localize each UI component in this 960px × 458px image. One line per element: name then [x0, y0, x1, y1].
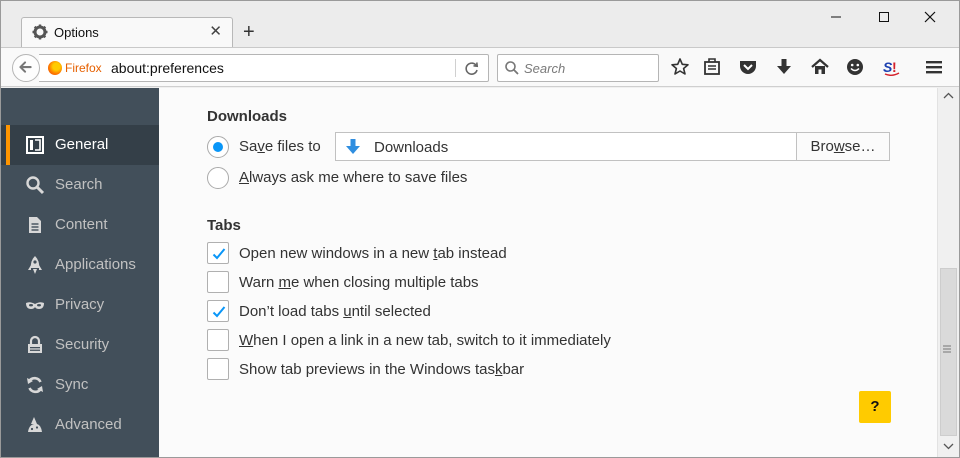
download-icon[interactable] [773, 56, 795, 78]
sidebar-item-label: Applications [55, 256, 136, 273]
content-icon [29, 217, 41, 233]
browse-button[interactable]: Browse… [796, 132, 890, 161]
search-placeholder: Search [524, 61, 566, 76]
search-bar[interactable]: Search [497, 54, 659, 82]
dont-load-tabs-checkbox[interactable] [207, 300, 229, 322]
tab-option-label: Open new windows in a new tab instead [239, 245, 507, 262]
sidebar-item-label: Content [55, 216, 108, 233]
switch-to-new-tab-checkbox[interactable] [207, 329, 229, 351]
reload-icon[interactable] [463, 60, 481, 78]
sidebar-item-search[interactable]: Search [1, 165, 159, 205]
title-bar: Options ✕ + [1, 1, 959, 47]
checkmark-icon [212, 306, 226, 318]
general-icon [26, 136, 44, 154]
reading-list-icon[interactable] [701, 56, 723, 78]
firefox-window: Options ✕ + Firefox about:preferences Se… [0, 0, 960, 458]
extension-icon[interactable]: S ! [881, 56, 903, 78]
downloads-heading: Downloads [207, 108, 288, 125]
url-bar[interactable]: Firefox about:preferences [39, 54, 489, 82]
sidebar-item-label: Security [55, 336, 110, 353]
bookmark-star-icon[interactable] [669, 56, 691, 78]
tab-title: Options [54, 25, 99, 40]
tab-options[interactable]: Options ✕ [21, 17, 233, 47]
sidebar-item-applications[interactable]: Applications [1, 245, 159, 285]
new-tab-button[interactable]: + [243, 21, 255, 43]
preferences-content: Downloads Save files to Downloads Browse… [159, 88, 937, 457]
url-text[interactable]: about:preferences [111, 60, 224, 76]
privacy-mask-icon [26, 302, 44, 309]
sidebar-item-label: Search [55, 176, 103, 193]
scrollbar-grip-icon [943, 345, 951, 353]
download-folder-name: Downloads [374, 139, 449, 156]
tab-option-label: Warn me when closing multiple tabs [239, 274, 479, 291]
back-button[interactable] [12, 54, 40, 82]
minimize-icon[interactable] [821, 5, 851, 29]
gear-icon [32, 24, 48, 40]
sidebar-item-privacy[interactable]: Privacy [1, 285, 159, 325]
magnifier-icon [505, 61, 519, 75]
menu-icon[interactable] [923, 56, 945, 78]
sidebar-item-security[interactable]: Security [1, 325, 159, 365]
url-divider [455, 59, 456, 77]
tab-option-label: When I open a link in a new tab, switch … [239, 332, 611, 349]
identity-label: Firefox [65, 61, 102, 75]
home-icon[interactable] [809, 56, 831, 78]
sidebar-item-label: Privacy [55, 296, 105, 313]
maximize-icon[interactable] [869, 5, 899, 29]
tab-previews-checkbox[interactable] [207, 358, 229, 380]
pocket-icon[interactable] [737, 56, 759, 78]
sidebar-item-label: Sync [55, 376, 89, 393]
scroll-up-icon[interactable] [938, 88, 959, 104]
preferences-sidebar: General Search Content Applications Priv… [1, 88, 159, 457]
warn-closing-tabs-checkbox[interactable] [207, 271, 229, 293]
checkmark-icon [212, 248, 226, 260]
advanced-wizard-icon [28, 417, 42, 432]
help-button[interactable]: ? [859, 391, 891, 423]
always-ask-radio[interactable] [207, 167, 229, 189]
security-lock-icon [28, 335, 42, 353]
sidebar-item-sync[interactable]: Sync [1, 365, 159, 405]
sync-icon [27, 376, 43, 394]
close-tab-icon[interactable]: ✕ [209, 24, 222, 40]
sidebar-item-label: General [55, 136, 109, 153]
vertical-scrollbar[interactable] [937, 88, 959, 457]
download-folder-icon [346, 139, 360, 154]
search-icon [26, 176, 45, 195]
sidebar-item-label: Advanced [55, 416, 122, 433]
scroll-down-icon[interactable] [938, 438, 959, 454]
sidebar-item-content[interactable]: Content [1, 205, 159, 245]
tab-option-label: Show tab previews in the Windows taskbar [239, 361, 525, 378]
download-folder-field: Downloads [335, 132, 797, 161]
sidebar-item-advanced[interactable]: Advanced [1, 405, 159, 445]
tabs-heading: Tabs [207, 217, 241, 234]
applications-icon [28, 256, 42, 274]
navigation-bar: Firefox about:preferences Search S ! [1, 47, 959, 87]
save-files-label: Save files to [239, 138, 321, 155]
sidebar-item-general[interactable]: General [1, 125, 159, 165]
svg-text:!: ! [892, 59, 897, 75]
smiley-icon[interactable] [844, 56, 866, 78]
tab-option-label: Don’t load tabs until selected [239, 303, 431, 320]
save-files-radio[interactable] [207, 136, 229, 158]
always-ask-label: Always ask me where to save files [239, 169, 468, 186]
firefox-logo-icon [48, 61, 62, 75]
open-new-windows-in-tab-checkbox[interactable] [207, 242, 229, 264]
close-icon[interactable] [915, 5, 945, 29]
back-arrow-icon [19, 61, 32, 73]
